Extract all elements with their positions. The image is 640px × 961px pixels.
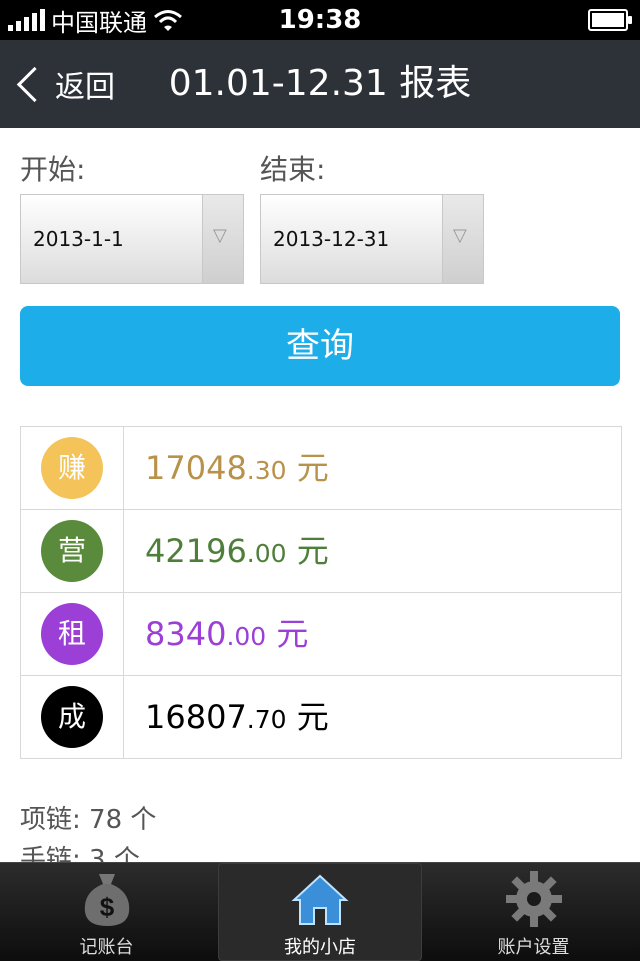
list-item: 项链: 78 个: [20, 805, 157, 835]
amount-unit: 元: [266, 615, 309, 653]
tab-bar: $ 记账台 我的小店 账户设置: [0, 862, 640, 961]
rent-amount: 8340.00 元: [145, 593, 308, 678]
summary-row-profit: 赚 17048.30 元: [21, 427, 621, 509]
profit-amount: 17048.30 元: [145, 427, 329, 512]
dropdown-arrow-glyph: ▽: [453, 225, 467, 246]
start-date-select[interactable]: 2013-1-1 ▽: [20, 194, 244, 284]
amount-decimal: .00: [226, 622, 267, 651]
amount-unit: 元: [286, 449, 329, 487]
amount-integer: 42196: [145, 532, 247, 570]
dropdown-arrow-icon[interactable]: ▽: [202, 195, 243, 283]
back-label: 返回: [55, 70, 115, 105]
cost-amount: 16807.70 元: [145, 676, 329, 761]
end-label: 结束:: [260, 153, 326, 186]
amount-unit: 元: [286, 532, 329, 570]
summary-row-revenue: 营 42196.00 元: [21, 509, 621, 592]
end-date-select[interactable]: 2013-12-31 ▽: [260, 194, 484, 284]
amount-integer: 8340: [145, 615, 227, 653]
back-button[interactable]: 返回: [10, 40, 115, 128]
svg-text:$: $: [99, 892, 114, 922]
home-icon: [218, 869, 422, 929]
status-bar: 中国联通 19:38: [0, 0, 640, 40]
amount-unit: 元: [286, 698, 329, 736]
amount-decimal: .00: [246, 539, 287, 568]
tab-label: 账户设置: [497, 937, 570, 958]
query-button[interactable]: 查询: [20, 306, 620, 386]
amount-decimal: .70: [246, 705, 287, 734]
tab-label: 我的小店: [284, 937, 356, 958]
rent-icon: 租: [41, 603, 103, 665]
cost-icon: 成: [41, 686, 103, 748]
icon-cell: 租: [21, 593, 124, 675]
icon-cell: 成: [21, 676, 124, 758]
tab-account-settings[interactable]: 账户设置: [427, 863, 640, 961]
money-bag-icon: $: [0, 869, 213, 929]
clock: 19:38: [278, 5, 362, 35]
revenue-amount: 42196.00 元: [145, 510, 329, 595]
start-date-value: 2013-1-1: [33, 227, 124, 251]
summary-table: 赚 17048.30 元 营 42196.00 元 租 8340.00 元 成 …: [20, 426, 622, 759]
summary-row-cost: 成 16807.70 元: [21, 675, 621, 758]
nav-bar: 返回 01.01-12.31 报表: [0, 40, 640, 128]
start-label: 开始:: [20, 153, 86, 186]
dropdown-arrow-icon[interactable]: ▽: [442, 195, 483, 283]
tab-my-shop[interactable]: 我的小店: [218, 863, 422, 961]
tab-label: 记账台: [79, 937, 134, 958]
summary-row-rent: 租 8340.00 元: [21, 592, 621, 675]
dropdown-arrow-glyph: ▽: [213, 225, 227, 246]
icon-cell: 赚: [21, 427, 124, 509]
tab-ledger[interactable]: $ 记账台: [0, 863, 213, 961]
icon-cell: 营: [21, 510, 124, 592]
chevron-left-icon: [16, 66, 53, 102]
battery-icon: [588, 9, 632, 31]
end-date-value: 2013-12-31: [273, 227, 390, 251]
amount-decimal: .30: [246, 456, 287, 485]
amount-integer: 17048: [145, 449, 247, 487]
revenue-icon: 营: [41, 520, 103, 582]
gear-icon: [427, 869, 640, 929]
profit-icon: 赚: [41, 437, 103, 499]
amount-integer: 16807: [145, 698, 247, 736]
